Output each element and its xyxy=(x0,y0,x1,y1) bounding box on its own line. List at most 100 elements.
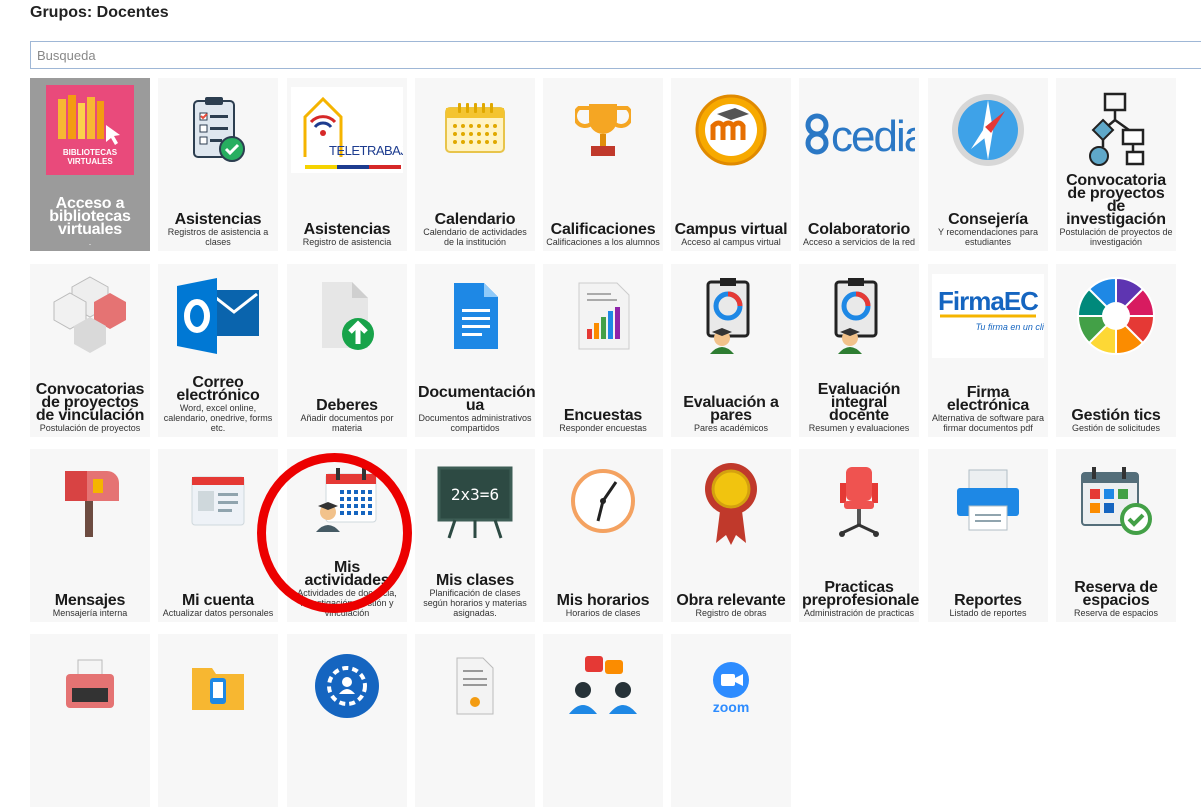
tile-description: Administración de practicas xyxy=(803,608,915,618)
search-input[interactable] xyxy=(30,41,1201,69)
tile-title: Asistencias xyxy=(303,221,391,238)
app-tile[interactable]: Evaluación a pares Pares académicos xyxy=(671,264,791,437)
tile-description: Calificaciones a los alumnos xyxy=(546,237,660,247)
reservation-calendar-icon xyxy=(1056,453,1176,549)
app-tile[interactable]: Asistencias Registros de asistencia a cla… xyxy=(158,78,278,251)
tile-description: Word, excel online, calendario, onedrive… xyxy=(163,403,273,433)
tile-title: Reportes xyxy=(954,592,1022,609)
app-tile[interactable] xyxy=(543,634,663,807)
app-tile[interactable]: Consejería Y recomendaciones para estudia… xyxy=(928,78,1048,251)
tile-description: Postulación de proyectos xyxy=(39,423,141,433)
tile-title: Consejería xyxy=(948,211,1028,228)
app-tile[interactable]: Campus virtual Acceso al campus virtual xyxy=(671,78,791,251)
app-tile[interactable]: Encuestas Responder encuestas xyxy=(543,264,663,437)
tile-text: Practicas preprofesionales Administración… xyxy=(802,579,919,619)
mailbox-icon xyxy=(30,453,150,549)
app-tile[interactable]: Gestión tics Gestión de solicitudes xyxy=(1056,264,1176,437)
tile-text: Correo electrónico Word, excel online, ca… xyxy=(161,374,275,434)
svg-text:2x3=6: 2x3=6 xyxy=(451,485,499,504)
tile-title: Practicas preprofesionales xyxy=(802,579,919,609)
trophy-icon xyxy=(543,82,663,178)
tile-title: Campus virtual xyxy=(674,221,788,238)
tile-description: . xyxy=(88,237,92,247)
app-tile[interactable]: TELETRABAJO AsistenciasRegistro de asiste… xyxy=(287,78,407,251)
tile-text: Asistencias Registros de asistencia a cla… xyxy=(161,211,275,248)
tile-text: Encuestas Responder encuestas xyxy=(546,407,660,434)
app-tile[interactable]: Mis actividades Actividades de docencia, … xyxy=(287,449,407,622)
cedia-logo-icon: cedia xyxy=(799,82,919,178)
tile-description: Añadir documentos por materia xyxy=(300,413,394,433)
app-tile[interactable]: Evaluación integral docente Resumen y eva… xyxy=(799,264,919,437)
tile-title: Calendario xyxy=(434,211,516,228)
app-tile[interactable]: FirmaEC Tu firma en un clic Firma electrón… xyxy=(928,264,1048,437)
tile-description: Listado de reportes xyxy=(949,608,1027,618)
app-tile[interactable]: Documentación ua Documentos administrativ… xyxy=(415,264,535,437)
svg-text:TELETRABAJO: TELETRABAJO xyxy=(329,143,403,158)
tile-title: Mis horarios xyxy=(556,592,650,609)
tile-text: Firma electrónica Alternativa de software… xyxy=(931,384,1045,434)
medal-icon xyxy=(671,453,791,549)
tile-title: Firma electrónica xyxy=(946,384,1030,414)
tile-text xyxy=(33,802,147,803)
app-tile[interactable]: cedia ColaboratorioAcceso a servicios de … xyxy=(799,78,919,251)
app-tile[interactable]: Obra relevante Registro de obras xyxy=(671,449,791,622)
tile-title: Correo electrónico xyxy=(176,374,260,404)
tile-text xyxy=(290,802,404,803)
app-tile[interactable]: 2x3=6 Mis clases Planificación de clases s… xyxy=(415,449,535,622)
app-tile[interactable]: Convocatoria de proyectos de investigaci… xyxy=(1056,78,1176,251)
folder-phone-icon xyxy=(158,638,278,734)
tile-description: Documentos administrativos compartidos xyxy=(418,413,532,433)
typewriter-icon xyxy=(30,638,150,734)
app-tile[interactable]: Correo electrónico Word, excel online, ca… xyxy=(158,264,278,437)
app-tile[interactable]: Practicas preprofesionales Administración… xyxy=(799,449,919,622)
checklist-icon xyxy=(158,82,278,178)
moodle-icon xyxy=(671,82,791,178)
tile-description: Horarios de clases xyxy=(565,608,641,618)
tile-description: Acceso al campus virtual xyxy=(681,237,781,247)
app-tile[interactable]: Calificaciones Calificaciones a los alumn… xyxy=(543,78,663,251)
app-tile[interactable] xyxy=(158,634,278,807)
svg-text:FirmaEC: FirmaEC xyxy=(938,286,1039,316)
firmaec-logo-icon: FirmaEC Tu firma en un clic xyxy=(928,268,1048,364)
app-tile[interactable]: Convocatorias de proyectos de vinculació… xyxy=(30,264,150,437)
calendar-icon xyxy=(415,82,535,178)
app-tile[interactable] xyxy=(415,634,535,807)
tile-text xyxy=(161,802,275,803)
compass-icon xyxy=(928,82,1048,178)
tile-title: Asistencias xyxy=(174,211,262,228)
document-upload-icon xyxy=(287,268,407,364)
tile-description: Responder encuestas xyxy=(559,423,647,433)
tile-description: Pares académicos xyxy=(693,423,769,433)
gear-user-icon xyxy=(287,638,407,734)
app-tile[interactable] xyxy=(287,634,407,807)
tile-title: Gestión tics xyxy=(1071,407,1161,424)
app-tile[interactable]: Deberes Añadir documentos por materia xyxy=(287,264,407,437)
tile-text: Mi cuenta Actualizar datos personales xyxy=(161,593,275,619)
tile-description: Reserva de espacios xyxy=(1073,608,1159,618)
tile-title: Encuestas xyxy=(563,407,643,424)
app-tile[interactable]: zoom xyxy=(671,634,791,807)
tile-text: Acceso a bibliotecas virtuales. xyxy=(33,196,147,248)
zoom-icon: zoom xyxy=(671,638,791,734)
app-tile[interactable]: Mi cuenta Actualizar datos personales xyxy=(158,449,278,622)
survey-chart-icon xyxy=(543,268,663,364)
tile-description: Registro de obras xyxy=(695,608,767,618)
tile-title: Deberes xyxy=(316,397,378,414)
teletrabajo-logo-icon: TELETRABAJO xyxy=(287,82,407,178)
tile-title: Evaluación integral docente xyxy=(817,381,901,424)
app-tile[interactable]: Reserva de espacios Reserva de espacios xyxy=(1056,449,1176,622)
outlook-icon xyxy=(158,268,278,364)
printer-icon xyxy=(928,453,1048,549)
app-tile[interactable]: Mis horarios Horarios de clases xyxy=(543,449,663,622)
app-tile[interactable]: Mensajes Mensajería interna xyxy=(30,449,150,622)
app-tile[interactable] xyxy=(30,634,150,807)
tile-description: Registros de asistencia a clases xyxy=(167,227,269,247)
svg-text:VIRTUALES: VIRTUALES xyxy=(67,157,113,166)
app-tile[interactable]: Calendario Calendario de actividades de l… xyxy=(415,78,535,251)
tile-description: Postulación de proyectos de investigació… xyxy=(1059,227,1173,247)
tile-title: Mensajes xyxy=(54,592,126,609)
app-tile[interactable]: BIBLIOTECAS VIRTUALES Acceso a bibliotecas… xyxy=(30,78,150,251)
app-tile[interactable]: Reportes Listado de reportes xyxy=(928,449,1048,622)
activities-calendar-icon xyxy=(287,453,407,549)
tile-title: Colaboratorio xyxy=(807,221,911,238)
